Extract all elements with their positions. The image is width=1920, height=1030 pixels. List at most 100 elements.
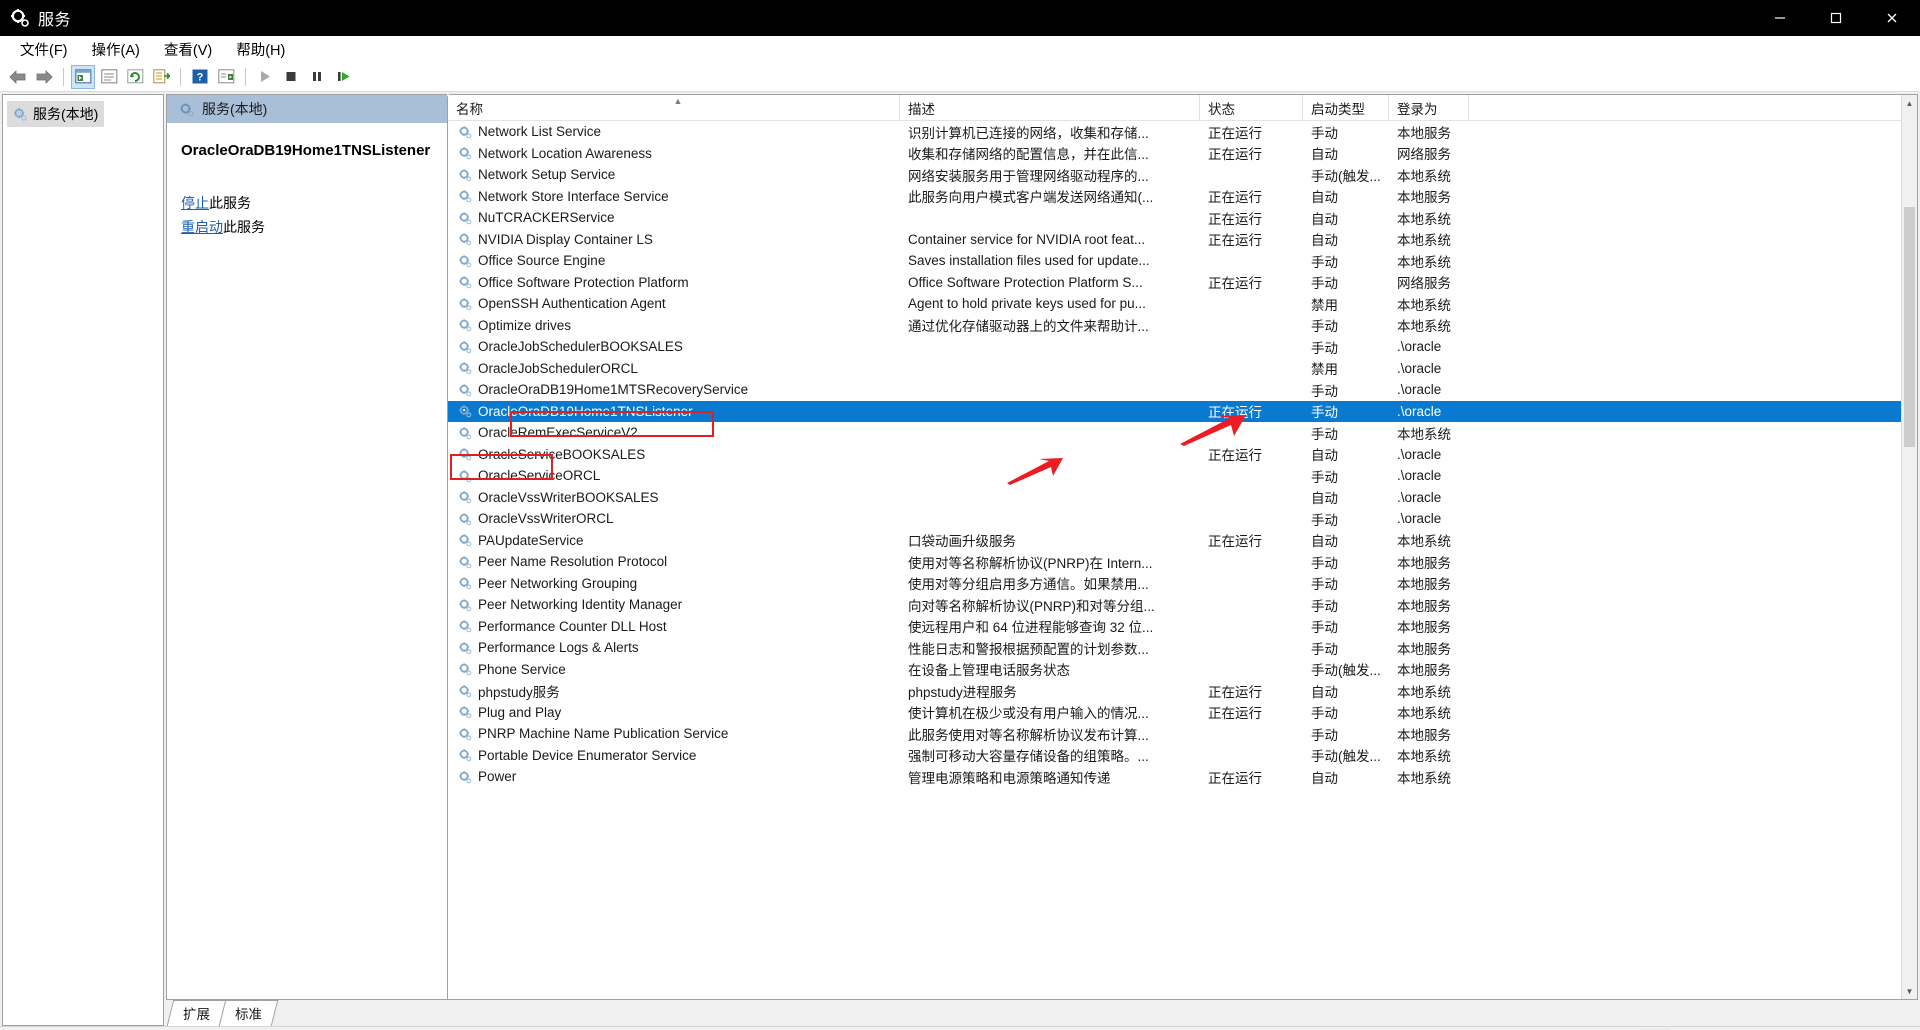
table-row[interactable]: Network Setup Service 网络安装服务用于管理网络驱动程序的..… bbox=[448, 164, 1917, 186]
table-row[interactable]: PNRP Machine Name Publication Service 此服务… bbox=[448, 723, 1917, 745]
service-name-text: OracleVssWriterORCL bbox=[478, 511, 614, 527]
service-gear-icon bbox=[459, 641, 472, 655]
service-name-text: PAUpdateService bbox=[478, 532, 584, 548]
table-row[interactable]: OracleRemExecServiceV2 手动 本地系统 bbox=[448, 422, 1917, 444]
cell-service-name: Power bbox=[448, 769, 900, 784]
table-row[interactable]: OracleOraDB19Home1TNSListener 正在运行 手动 .\ora… bbox=[448, 400, 1917, 422]
service-gear-icon bbox=[459, 749, 472, 762]
table-row[interactable]: Office Source Engine Saves installation f… bbox=[448, 250, 1917, 272]
table-row[interactable]: OracleOraDB19Home1MTSRecoveryService 手动 .\… bbox=[448, 379, 1917, 401]
properties-button[interactable] bbox=[97, 65, 121, 89]
cell-logon-as: 网络服务 bbox=[1397, 147, 1451, 163]
services-gear-icon bbox=[11, 9, 29, 27]
cell-startup-type: 手动 bbox=[1311, 469, 1338, 485]
column-name[interactable]: 名称 ▲ bbox=[448, 95, 900, 120]
table-row[interactable]: Performance Counter DLL Host 使远程用户和 64 位进… bbox=[448, 616, 1917, 638]
table-row[interactable]: Power 管理电源策略和电源策略通知传递 正在运行 自动 本地系统 bbox=[448, 766, 1917, 788]
table-row[interactable]: Portable Device Enumerator Service 强制可移动大… bbox=[448, 745, 1917, 767]
scroll-up-arrow-icon[interactable]: ▲ bbox=[1902, 95, 1917, 111]
table-row[interactable]: NuTCRACKERService 正在运行 自动 本地系统 bbox=[448, 207, 1917, 229]
sidebar-item-services-local[interactable]: 服务(本地) bbox=[7, 101, 105, 127]
column-status[interactable]: 状态 bbox=[1200, 95, 1303, 120]
pause-service-icon bbox=[313, 72, 321, 81]
start-service-button[interactable] bbox=[253, 65, 277, 89]
list-vertical-scrollbar[interactable]: ▲ ▼ bbox=[1901, 95, 1917, 999]
cell-startup-type: 自动 bbox=[1311, 491, 1338, 507]
cell-logon-as: 本地系统 bbox=[1397, 706, 1451, 722]
maximize-button[interactable] bbox=[1808, 0, 1864, 36]
table-row[interactable]: Network Store Interface Service 此服务向用户模式客… bbox=[448, 186, 1917, 208]
show-action-pane-button[interactable] bbox=[214, 65, 238, 89]
menu-help[interactable]: 帮助(H) bbox=[224, 36, 297, 63]
details-header: 服务(本地) bbox=[167, 95, 447, 123]
column-name-label: 名称 bbox=[456, 101, 483, 117]
tab-standard[interactable]: 标准 bbox=[218, 1000, 279, 1026]
scrollbar-thumb[interactable] bbox=[1904, 207, 1915, 447]
column-startup-type[interactable]: 启动类型 bbox=[1303, 95, 1389, 120]
close-button[interactable] bbox=[1864, 0, 1920, 36]
table-row[interactable]: Network Location Awareness 收集和存储网络的配置信息，并… bbox=[448, 143, 1917, 165]
show-hide-tree-button[interactable] bbox=[71, 64, 95, 89]
restart-service-link[interactable]: 重启动 bbox=[181, 219, 223, 235]
show-action-pane-icon bbox=[217, 69, 234, 84]
menu-file[interactable]: 文件(F) bbox=[8, 36, 80, 63]
back-button[interactable] bbox=[6, 65, 30, 89]
cell-status: 正在运行 bbox=[1208, 147, 1262, 163]
table-row[interactable]: OpenSSH Authentication Agent Agent to hol… bbox=[448, 293, 1917, 315]
table-row[interactable]: Performance Logs & Alerts 性能日志和警报根据预配置的计划… bbox=[448, 637, 1917, 659]
back-icon bbox=[9, 69, 26, 84]
table-row[interactable]: Peer Networking Grouping 使用对等分组启用多方通信。如果禁… bbox=[448, 573, 1917, 595]
menu-view[interactable]: 查看(V) bbox=[152, 36, 224, 63]
cell-logon-as: 本地服务 bbox=[1397, 598, 1451, 614]
scroll-down-arrow-icon[interactable]: ▼ bbox=[1902, 983, 1917, 999]
service-name-text: Peer Networking Grouping bbox=[478, 575, 638, 591]
service-name-text: OracleServiceORCL bbox=[478, 468, 601, 484]
table-row[interactable]: OracleVssWriterBOOKSALES 自动 .\oracle bbox=[448, 487, 1917, 509]
table-row[interactable]: OracleServiceORCL 手动 .\oracle bbox=[448, 465, 1917, 487]
cell-service-name: NVIDIA Display Container LS bbox=[448, 232, 900, 247]
menu-bar: 文件(F) 操作(A) 查看(V) 帮助(H) bbox=[0, 36, 1920, 62]
minimize-button[interactable] bbox=[1752, 0, 1808, 36]
services-rows-viewport[interactable]: Network List Service 识别计算机已连接的网络，收集和存储...… bbox=[448, 121, 1917, 999]
cell-service-name: NuTCRACKERService bbox=[448, 210, 900, 225]
cell-service-name: Network Location Awareness bbox=[448, 146, 900, 161]
cell-service-name: Performance Counter DLL Host bbox=[448, 619, 900, 634]
pause-service-button[interactable] bbox=[305, 65, 329, 89]
service-gear-icon bbox=[459, 362, 472, 375]
table-row[interactable]: Peer Name Resolution Protocol 使用对等名称解析协议(… bbox=[448, 551, 1917, 573]
table-row[interactable]: NVIDIA Display Container LS Container ser… bbox=[448, 229, 1917, 251]
table-row[interactable]: PAUpdateService 口袋动画升级服务 正在运行 自动 本地系统 bbox=[448, 530, 1917, 552]
stop-service-link[interactable]: 停止 bbox=[181, 195, 209, 211]
tab-extended[interactable]: 扩展 bbox=[166, 1000, 227, 1026]
column-logon-as[interactable]: 登录为 bbox=[1389, 95, 1469, 120]
restart-service-button[interactable] bbox=[331, 65, 355, 89]
table-row[interactable]: OracleServiceBOOKSALES 正在运行 自动 .\oracle bbox=[448, 444, 1917, 466]
cell-description: 使用对等分组启用多方通信。如果禁用... bbox=[908, 577, 1149, 593]
table-row[interactable]: Plug and Play 使计算机在极少或没有用户输入的情况... 正在运行 手动 本… bbox=[448, 702, 1917, 724]
table-row[interactable]: OracleJobSchedulerBOOKSALES 手动 .\oracle bbox=[448, 336, 1917, 358]
table-row[interactable]: Phone Service 在设备上管理电话服务状态 手动(触发... 本地服务 bbox=[448, 659, 1917, 681]
table-row[interactable]: OracleJobSchedulerORCL 禁用 .\oracle bbox=[448, 358, 1917, 380]
table-row[interactable]: Office Software Protection Platform Offic… bbox=[448, 272, 1917, 294]
stop-service-icon bbox=[286, 72, 296, 81]
menu-action[interactable]: 操作(A) bbox=[80, 36, 152, 63]
table-row[interactable]: phpstudy服务 phpstudy进程服务 正在运行 自动 本地系统 bbox=[448, 680, 1917, 702]
service-gear-icon bbox=[459, 534, 472, 547]
cell-logon-as: 本地系统 bbox=[1397, 297, 1451, 313]
export-list-button[interactable] bbox=[149, 65, 173, 89]
forward-button[interactable] bbox=[32, 65, 56, 89]
cell-startup-type: 自动 bbox=[1311, 534, 1338, 550]
restart-service-link-row: 重启动此服务 bbox=[181, 215, 433, 240]
table-row[interactable]: Network List Service 识别计算机已连接的网络，收集和存储...… bbox=[448, 121, 1917, 143]
table-row[interactable]: OracleVssWriterORCL 手动 .\oracle bbox=[448, 508, 1917, 530]
table-row[interactable]: Peer Networking Identity Manager 向对等名称解析协… bbox=[448, 594, 1917, 616]
service-name-text: OracleOraDB19Home1TNSListener bbox=[478, 403, 693, 419]
refresh-button[interactable] bbox=[123, 65, 147, 89]
column-description[interactable]: 描述 bbox=[900, 95, 1200, 120]
service-gear-icon bbox=[459, 405, 472, 418]
service-gear-icon bbox=[459, 340, 472, 354]
stop-service-button[interactable] bbox=[279, 65, 303, 89]
table-row[interactable]: Optimize drives 通过优化存储驱动器上的文件来帮助计... 手动 本地系… bbox=[448, 315, 1917, 337]
help-button[interactable]: ? bbox=[188, 65, 212, 89]
services-gear-icon bbox=[14, 108, 27, 121]
